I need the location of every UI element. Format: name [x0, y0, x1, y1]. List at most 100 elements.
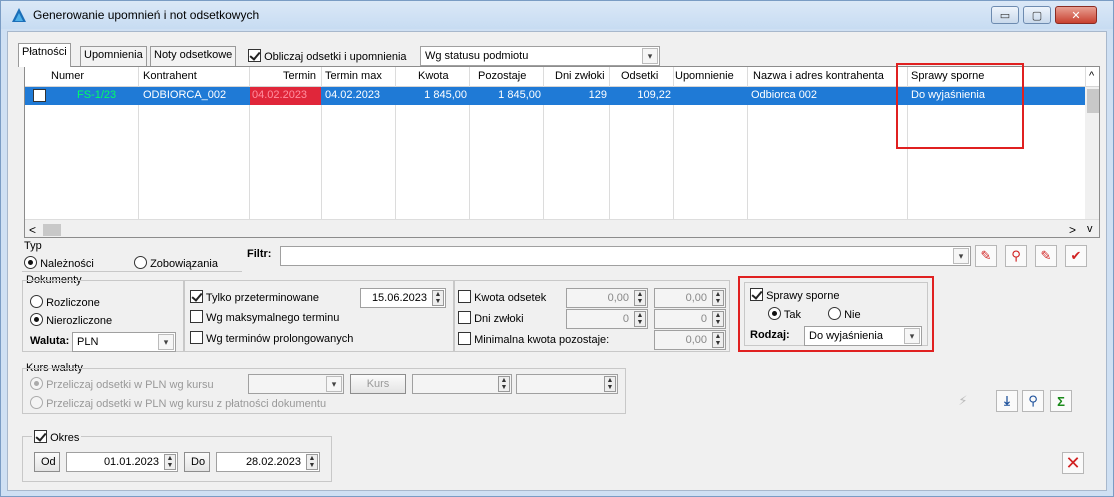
min-kwota-option[interactable]: Minimalna kwota pozostaje: — [458, 332, 609, 346]
minimize-button[interactable]: ▭ — [991, 6, 1019, 24]
nierozliczone-radio[interactable] — [30, 313, 43, 326]
vertical-scroll-thumb[interactable] — [1087, 89, 1099, 113]
kurs-button[interactable]: Kurs — [350, 374, 406, 394]
scroll-right-icon[interactable]: > — [1069, 223, 1076, 237]
chevron-down-icon[interactable]: ▾ — [158, 334, 174, 350]
spin-icon[interactable]: ▲ ▼ — [498, 376, 510, 392]
spin-icon[interactable]: ▲ ▼ — [164, 454, 176, 470]
spin-icon[interactable]: ▲ ▼ — [712, 290, 724, 306]
horizontal-scroll-thumb[interactable] — [43, 224, 61, 236]
naleznosci-label: Należności — [40, 258, 94, 270]
col-upomnienie[interactable]: Upomnienie — [675, 70, 734, 82]
wg-prolong-checkbox[interactable] — [190, 331, 203, 344]
dni-zwloki-checkbox[interactable] — [458, 311, 471, 324]
col-numer[interactable]: Numer — [51, 70, 84, 82]
cell-odsetki: 109,22 — [637, 89, 671, 101]
kwota-odsetek-to[interactable]: 0,00 ▲ ▼ — [654, 288, 726, 308]
okres-option[interactable]: Okres — [32, 430, 82, 444]
spin-icon[interactable]: ▲ ▼ — [604, 376, 616, 392]
filter-search-icon[interactable]: ⚲ — [1005, 245, 1027, 267]
min-kwota-field[interactable]: 0,00 ▲ ▼ — [654, 330, 726, 350]
dni-zwloki-to[interactable]: 0 ▲ ▼ — [654, 309, 726, 329]
filter-clear-icon[interactable]: ✎ — [1035, 245, 1057, 267]
dni-zwloki-from[interactable]: 0 ▲ ▼ — [566, 309, 648, 329]
maximize-button[interactable]: ▢ — [1023, 6, 1051, 24]
wg-max-option[interactable]: Wg maksymalnego terminu — [190, 310, 339, 324]
waluta-combo[interactable]: PLN ▾ — [72, 332, 176, 352]
filter-apply-icon[interactable]: ✔ — [1065, 245, 1087, 267]
scroll-down-icon[interactable]: v — [1087, 223, 1093, 235]
wg-prolong-option[interactable]: Wg terminów prolongowanych — [190, 331, 353, 345]
lightning-icon[interactable]: ⚡ — [952, 390, 974, 412]
tab-platnosci[interactable]: Płatności — [18, 43, 71, 67]
radio-naleznosci[interactable]: Należności — [24, 256, 94, 270]
col-kwota[interactable]: Kwota — [418, 70, 449, 82]
wg-max-checkbox[interactable] — [190, 310, 203, 323]
sum-icon[interactable]: Σ — [1050, 390, 1072, 412]
calc-checkbox[interactable] — [248, 49, 261, 62]
kurs-date[interactable]: ▲ ▼ — [412, 374, 512, 394]
horizontal-scrollbar[interactable]: < > v — [25, 219, 1099, 237]
tab-noty-odsetkowe[interactable]: Noty odsetkowe — [150, 46, 237, 66]
export-icon[interactable]: ⤓ — [996, 390, 1018, 412]
cell-kontrahent: ODBIORCA_002 — [143, 89, 227, 101]
rozliczone-radio[interactable] — [30, 295, 43, 308]
kurs-opt2[interactable]: Przeliczaj odsetki w PLN wg kursu z płat… — [30, 396, 326, 410]
col-nazwa[interactable]: Nazwa i adres kontrahenta — [753, 70, 884, 82]
spin-icon[interactable]: ▲ ▼ — [634, 290, 646, 306]
kwota-odsetek-checkbox[interactable] — [458, 290, 471, 303]
close-icon[interactable]: ✕ — [1062, 452, 1084, 474]
calc-option[interactable]: Obliczaj odsetki i upomnienia — [248, 49, 407, 63]
radio-nierozliczone[interactable]: Nierozliczone — [30, 313, 112, 327]
kurs-type-combo[interactable]: ▾ — [248, 374, 344, 394]
naleznosci-radio[interactable] — [24, 256, 37, 269]
radio-rozliczone[interactable]: Rozliczone — [30, 295, 100, 309]
tab-upomnienia[interactable]: Upomnienia — [80, 46, 147, 66]
highlight-column-box — [896, 63, 1024, 149]
preview-icon[interactable]: ⚲ — [1022, 390, 1044, 412]
status-combo[interactable]: Wg statusu podmiotu ▾ — [420, 46, 660, 66]
title-bar[interactable]: Generowanie upomnień i not odsetkowych ▭… — [1, 1, 1113, 29]
close-window-button[interactable]: ✕ — [1055, 6, 1097, 24]
filter-edit-icon[interactable]: ✎ — [975, 245, 997, 267]
spin-icon[interactable]: ▲ ▼ — [712, 332, 724, 348]
radio-zobowiazania[interactable]: Zobowiązania — [134, 256, 218, 270]
rozliczone-label: Rozliczone — [46, 297, 100, 309]
min-kwota-checkbox[interactable] — [458, 332, 471, 345]
chevron-down-icon[interactable]: ▾ — [953, 248, 969, 264]
col-odsetki[interactable]: Odsetki — [621, 70, 658, 82]
kurs-value[interactable]: ▲ ▼ — [516, 374, 618, 394]
chevron-down-icon[interactable]: ▾ — [326, 376, 342, 392]
do-date[interactable]: 28.02.2023 ▲ ▼ — [216, 452, 320, 472]
chevron-down-icon[interactable]: ▾ — [642, 48, 658, 64]
kwota-odsetek-from[interactable]: 0,00 ▲ ▼ — [566, 288, 648, 308]
scroll-left-icon[interactable]: < — [29, 223, 36, 237]
scroll-up-icon[interactable]: ^ — [1089, 70, 1094, 82]
kurs-opt2-radio[interactable] — [30, 396, 43, 409]
date-spin-icon[interactable]: ▲ ▼ — [432, 290, 444, 306]
przeterminowane-date[interactable]: 15.06.2023 ▲ ▼ — [360, 288, 446, 308]
od-button[interactable]: Od — [34, 452, 60, 472]
okres-checkbox[interactable] — [34, 430, 47, 443]
col-pozostaje[interactable]: Pozostaje — [478, 70, 526, 82]
spin-icon[interactable]: ▲ ▼ — [712, 311, 724, 327]
zobowiazania-radio[interactable] — [134, 256, 147, 269]
dni-zwloki-option[interactable]: Dni zwłoki — [458, 311, 524, 325]
spin-icon[interactable]: ▲ ▼ — [634, 311, 646, 327]
spin-icon[interactable]: ▲ ▼ — [306, 454, 318, 470]
kurs-opt1-radio[interactable] — [30, 377, 43, 390]
col-termin[interactable]: Termin — [283, 70, 316, 82]
col-dni-zwloki[interactable]: Dni zwłoki — [555, 70, 605, 82]
kurs-opt1[interactable]: Przeliczaj odsetki w PLN wg kursu — [30, 377, 214, 391]
od-date[interactable]: 01.01.2023 ▲ ▼ — [66, 452, 178, 472]
dni-zwloki-label: Dni zwłoki — [474, 313, 524, 325]
vertical-scrollbar[interactable] — [1085, 87, 1099, 219]
filtr-input[interactable]: ▾ — [280, 246, 971, 266]
row-checkbox[interactable] — [33, 89, 46, 102]
kwota-odsetek-option[interactable]: Kwota odsetek — [458, 290, 546, 304]
col-kontrahent[interactable]: Kontrahent — [143, 70, 197, 82]
tylko-przeterminowane-checkbox[interactable] — [190, 290, 203, 303]
col-termin-max[interactable]: Termin max — [325, 70, 382, 82]
tylko-przeterminowane-option[interactable]: Tylko przeterminowane — [190, 290, 319, 304]
do-button[interactable]: Do — [184, 452, 210, 472]
